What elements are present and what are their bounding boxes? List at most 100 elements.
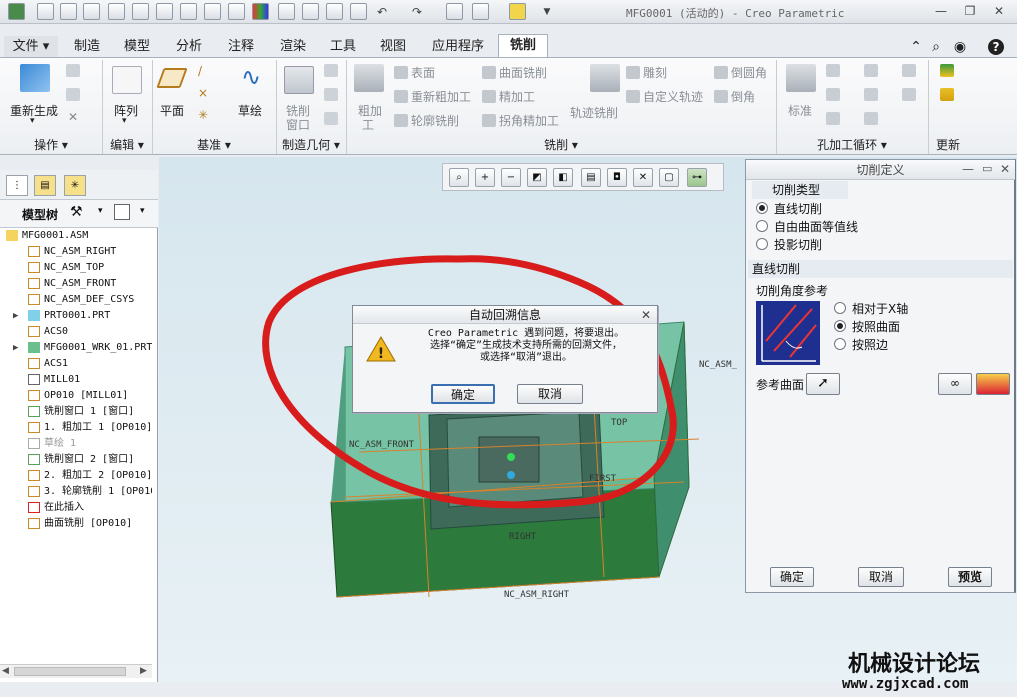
tree-item[interactable]: ACS0 (0, 324, 152, 340)
save-icon[interactable] (108, 3, 125, 20)
appearance-icon[interactable] (252, 3, 269, 20)
show-dropdown-icon[interactable]: ▾ (140, 206, 145, 216)
radio-by-edge[interactable]: 按照边 (834, 336, 888, 353)
reroughing-button[interactable]: 重新粗加工 (394, 88, 471, 105)
volume-icon[interactable] (324, 64, 338, 77)
tab-milling[interactable]: 铣削 (498, 34, 548, 57)
surface-milling-button[interactable]: 曲面铣削 (482, 64, 547, 81)
select-surface-button[interactable]: ➚ (806, 373, 840, 395)
tree-item[interactable]: 2. 粗加工 2 [OP010] (0, 468, 152, 484)
trajectory-milling-icon[interactable] (590, 64, 620, 92)
paste-icon[interactable] (302, 3, 319, 20)
tree-item[interactable]: MILL01 (0, 372, 152, 388)
pattern-dropdown-icon[interactable]: ▾ (122, 116, 127, 126)
update-geometry-icon[interactable] (940, 88, 954, 101)
tab-analysis[interactable]: 分析 (166, 36, 212, 57)
print-icon[interactable] (156, 3, 173, 20)
model-tree-header[interactable]: 模型树 (22, 206, 58, 223)
hole-group-icon[interactable] (902, 88, 916, 101)
group-label-update[interactable]: 更新 (928, 136, 968, 154)
dialog-cancel-button[interactable]: 取消 (517, 384, 583, 404)
erase-icon[interactable] (326, 3, 343, 20)
tree-item[interactable]: 草绘 1 (0, 436, 152, 452)
plane-icon[interactable] (156, 68, 188, 88)
group-label-mfg-geometry[interactable]: 制造几何 ▾ (276, 136, 346, 154)
show-list-icon[interactable] (114, 204, 130, 220)
model-tree-tab-icon[interactable]: ⋮ (6, 175, 28, 196)
tree-settings-dropdown-icon[interactable]: ▾ (98, 206, 103, 216)
dialog-close-icon[interactable]: ✕ (641, 308, 651, 322)
round-button[interactable]: 倒圆角 (714, 64, 767, 81)
tab-file[interactable]: 文件 ▾ (4, 36, 58, 57)
tree-item[interactable]: 1. 粗加工 1 [OP010] (0, 420, 152, 436)
open-folder-icon[interactable] (60, 3, 77, 20)
expand-icon[interactable]: ▶ (13, 340, 18, 356)
show-glasses-icon[interactable]: ∞ (938, 373, 972, 395)
tree-item[interactable]: NC_ASM_RIGHT (0, 244, 152, 260)
radio-straight-cut[interactable]: 直线切削 (756, 200, 822, 217)
tree-settings-icon[interactable]: ⚒ (70, 204, 83, 220)
render-icon[interactable] (228, 3, 245, 20)
custom-hole-icon[interactable] (902, 64, 916, 77)
group-label-milling[interactable]: 铣削 ▾ (346, 136, 776, 154)
expand-icon[interactable]: ▶ (13, 308, 18, 324)
radio-relative-x-axis[interactable]: 相对于X轴 (834, 300, 908, 317)
sketch-button[interactable]: 草绘 (238, 102, 262, 119)
standard-drill-icon[interactable] (786, 64, 816, 92)
dialog-ok-button[interactable]: 确定 (431, 384, 495, 404)
tree-item[interactable]: 在此插入 (0, 500, 152, 516)
engraving-button[interactable]: 雕刻 (626, 64, 667, 81)
spot-drill-icon[interactable] (826, 88, 840, 101)
group-label-datum[interactable]: 基准 ▾ (152, 136, 276, 154)
redo-icon[interactable]: ↷ (408, 4, 426, 20)
maximize-button[interactable]: ❐ (961, 3, 979, 19)
face-button[interactable]: 表面 (394, 64, 435, 81)
tree-item[interactable]: MFG0001.ASM (0, 228, 152, 244)
roughing-icon[interactable] (354, 64, 384, 92)
tab-tools[interactable]: 工具 (320, 36, 366, 57)
tab-view[interactable]: 视图 (370, 36, 416, 57)
tree-item[interactable]: 铣削窗口 1 [窗口] (0, 404, 152, 420)
regenerate-icon[interactable] (20, 64, 50, 92)
tree-item[interactable]: ▶ MFG0001_WRK_01.PRT (0, 340, 152, 356)
close-button[interactable]: ✕ (990, 3, 1008, 19)
favorites-tab-icon[interactable]: ✳ (64, 175, 86, 196)
axis-icon[interactable]: / (198, 64, 202, 78)
scrollbar-thumb[interactable] (14, 667, 126, 676)
help-icon[interactable]: ? (988, 39, 1004, 55)
sketch-icon[interactable]: ∿ (236, 64, 266, 92)
connection-icon[interactable]: ◉ (952, 39, 968, 55)
save-as-icon[interactable] (132, 3, 149, 20)
paste-icon[interactable] (66, 88, 80, 101)
standard-drill-button[interactable]: 标准 (788, 102, 812, 119)
back-spot-icon[interactable] (864, 112, 878, 125)
radio-freeform-isoline[interactable]: 自由曲面等值线 (756, 218, 858, 235)
csys-icon[interactable]: ✳ (198, 108, 208, 122)
ream-icon[interactable] (826, 112, 840, 125)
regenerate-dropdown-icon[interactable]: ▾ (30, 116, 35, 126)
mill-window-button-line2[interactable]: 窗口 (286, 116, 310, 133)
trajectory-milling-button[interactable]: 轨迹铣削 (570, 104, 618, 121)
new-file-icon[interactable] (37, 3, 54, 20)
tab-render[interactable]: 渲染 (270, 36, 316, 57)
custom-trajectory-button[interactable]: 自定义轨迹 (626, 88, 703, 105)
horizontal-scrollbar[interactable]: ◀ ▶ (0, 664, 152, 678)
group-label-edit[interactable]: 编辑 ▾ (102, 136, 152, 154)
scroll-right-icon[interactable]: ▶ (140, 666, 147, 676)
dialog-close-icon[interactable]: ✕ (1000, 162, 1010, 176)
countersink-icon[interactable] (826, 64, 840, 77)
scroll-left-icon[interactable]: ◀ (2, 666, 9, 676)
search-icon[interactable]: ⌕ (928, 39, 944, 55)
regenerate-icon[interactable] (350, 3, 367, 20)
delete-icon[interactable]: ✕ (68, 110, 78, 124)
corner-finishing-button[interactable]: 拐角精加工 (482, 112, 559, 129)
copy-icon[interactable] (180, 3, 197, 20)
close-window-icon[interactable] (509, 3, 526, 20)
plane-button[interactable]: 平面 (160, 102, 184, 119)
minimize-button[interactable]: — (932, 3, 950, 19)
tab-manufacturing[interactable]: 制造 (64, 36, 110, 57)
tap-icon[interactable] (864, 64, 878, 77)
collapse-ribbon-icon[interactable]: ⌃ (908, 39, 924, 55)
open-recent-icon[interactable] (83, 3, 100, 20)
measure-icon[interactable] (976, 373, 1010, 395)
